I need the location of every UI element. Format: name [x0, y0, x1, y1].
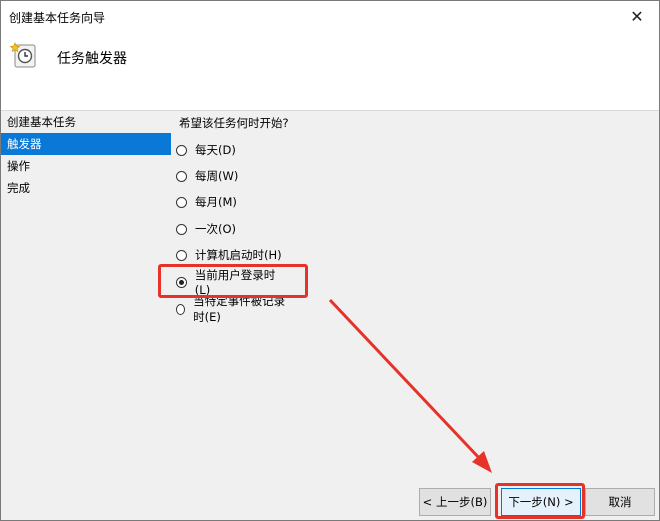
sidebar-item-trigger[interactable]: 触发器	[1, 133, 171, 155]
option-daily[interactable]: 每天(D)	[176, 141, 236, 159]
option-computer-startup[interactable]: 计算机启动时(H)	[176, 246, 282, 264]
radio-button[interactable]	[176, 223, 187, 235]
title-bar: 创建基本任务向导 ✕	[1, 1, 659, 31]
wizard-header: 任务触发器	[1, 31, 659, 111]
window-title: 创建基本任务向导	[9, 11, 106, 25]
option-label: 一次(O)	[195, 222, 237, 236]
option-event-logged[interactable]: 当特定事件被记录时(E)	[176, 294, 289, 324]
wizard-window: 创建基本任务向导 ✕ 任务触发器 创建基本任务 触发器 操作 完成 希望该任务何…	[0, 0, 660, 521]
cancel-button[interactable]: 取消	[585, 488, 655, 516]
radio-button[interactable]	[176, 170, 187, 182]
option-label: 每天(D)	[195, 143, 236, 157]
radio-button-checked[interactable]	[176, 276, 187, 288]
radio-button[interactable]	[176, 303, 186, 315]
option-label: 计算机启动时(H)	[195, 248, 282, 262]
sidebar-item-finish[interactable]: 完成	[1, 177, 171, 199]
page-title: 任务触发器	[57, 51, 127, 67]
option-label: 当特定事件被记录时(E)	[193, 294, 286, 324]
question-label: 希望该任务何时开始?	[179, 116, 289, 130]
radio-button[interactable]	[176, 196, 187, 208]
radio-button[interactable]	[176, 249, 187, 261]
wizard-steps: 创建基本任务 触发器 操作 完成	[1, 111, 171, 199]
option-monthly[interactable]: 每月(M)	[176, 193, 237, 211]
option-label: 每周(W)	[195, 169, 239, 183]
close-button[interactable]: ✕	[615, 1, 659, 31]
option-user-logon[interactable]: 当前用户登录时(L)	[176, 268, 289, 297]
back-button[interactable]: < 上一步(B)	[419, 488, 491, 516]
radio-button[interactable]	[176, 144, 187, 156]
close-icon: ✕	[630, 6, 644, 26]
trigger-options: 希望该任务何时开始? 每天(D) 每周(W) 每月(M) 一次(O) 计算机启动…	[176, 115, 289, 324]
option-weekly[interactable]: 每周(W)	[176, 167, 238, 185]
sidebar-item-create-task[interactable]: 创建基本任务	[1, 111, 171, 133]
clock-icon	[9, 42, 36, 68]
sidebar-item-action[interactable]: 操作	[1, 155, 171, 177]
option-once[interactable]: 一次(O)	[176, 220, 236, 238]
option-label: 每月(M)	[195, 195, 237, 209]
next-button[interactable]: 下一步(N) >	[501, 488, 581, 516]
